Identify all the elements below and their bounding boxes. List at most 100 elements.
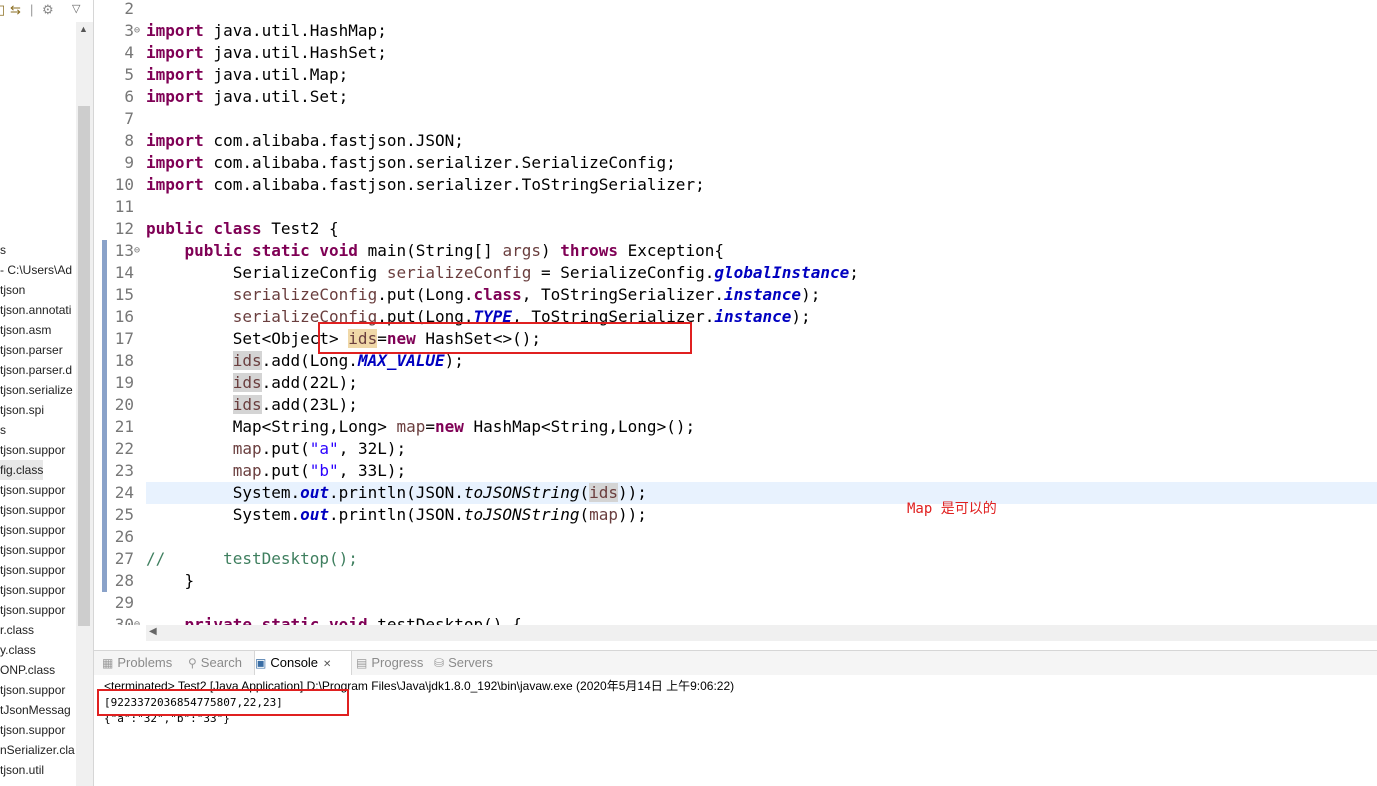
explorer-scrollbar[interactable]: ▲ (76, 22, 93, 786)
tab-console[interactable]: ▣ Console ✕ (254, 651, 352, 675)
tab-progress[interactable]: ▤ Progress (356, 651, 430, 675)
console-icon: ▣ (255, 656, 267, 670)
code-line[interactable]: 20 ids.add(23L); (94, 394, 1377, 416)
explorer-tree-item[interactable]: tjson.suppor (0, 440, 65, 460)
code-line[interactable]: 18 ids.add(Long.MAX_VALUE); (94, 350, 1377, 372)
code-token: ( (579, 505, 590, 524)
code-line[interactable]: 27 // testDesktop(); (94, 548, 1377, 570)
code-text: } (146, 570, 195, 592)
tab-label: Servers (448, 655, 493, 670)
code-line[interactable]: 2 (94, 0, 1377, 20)
view-menu-icon[interactable]: ▽ (72, 2, 80, 15)
code-line[interactable]: 26 (94, 526, 1377, 548)
code-line[interactable]: 30 ⊖ private static void testDesktop() { (94, 614, 1377, 625)
code-token: Map<String,Long> (146, 417, 397, 436)
explorer-tree-item[interactable]: tjson.parser (0, 340, 63, 360)
explorer-tree-item[interactable]: tjson.suppor (0, 580, 65, 600)
scroll-up-icon[interactable]: ▲ (79, 24, 88, 34)
fold-toggle-icon[interactable]: ⊖ (134, 20, 140, 42)
explorer-tree-item[interactable]: tjson.suppor (0, 600, 65, 620)
code-token: "b" (309, 461, 339, 480)
code-line[interactable]: 11 (94, 196, 1377, 218)
link-with-editor-icon[interactable]: ⇆ (10, 2, 21, 18)
code-line[interactable]: 25 System.out.println(JSON.toJSONString(… (94, 504, 1377, 526)
code-line[interactable]: 22 map.put("a", 32L); (94, 438, 1377, 460)
code-token: public (184, 241, 243, 260)
tab-search[interactable]: ⚲ Search (188, 651, 252, 675)
code-token: import (146, 131, 204, 150)
explorer-tree-item[interactable]: tjson.annotati (0, 300, 71, 320)
editor-horizontal-scrollbar[interactable]: ◀ (146, 625, 1377, 641)
search-icon: ⚲ (188, 656, 197, 670)
code-line[interactable]: 15 serializeConfig.put(Long.class, ToStr… (94, 284, 1377, 306)
code-line[interactable]: 24 System.out.println(JSON.toJSONString(… (94, 482, 1377, 504)
fold-toggle-icon[interactable]: ⊖ (134, 614, 140, 625)
code-token: java.util.HashSet; (203, 43, 387, 62)
code-line[interactable]: 29 (94, 592, 1377, 614)
code-line[interactable]: 10 import com.alibaba.fastjson.serializer… (94, 174, 1377, 196)
code-line[interactable]: 3 ⊖ import java.util.HashMap; (94, 20, 1377, 42)
tab-problems[interactable]: ▦ Problems (102, 651, 186, 675)
fold-toggle-icon[interactable]: ⊖ (134, 240, 140, 262)
code-line[interactable]: 12 public class Test2 { (94, 218, 1377, 240)
code-line[interactable]: 13 ⊖ public static void main(String[] arg… (94, 240, 1377, 262)
code-line[interactable]: 19 ids.add(22L); (94, 372, 1377, 394)
explorer-tree-item[interactable]: s (0, 240, 6, 260)
code-line[interactable]: 17 Set<Object> ids=new HashSet<>(); (94, 328, 1377, 350)
scrollbar-thumb[interactable] (78, 106, 90, 626)
explorer-tree-item[interactable]: tjson.suppor (0, 680, 65, 700)
code-token: public (146, 219, 204, 238)
explorer-tree-item[interactable]: tjson.suppor (0, 720, 65, 740)
explorer-tree-item[interactable]: tjson.asm (0, 320, 51, 340)
line-number: 21 (114, 417, 134, 436)
explorer-tree-item[interactable]: tjson.parser.d (0, 360, 72, 380)
explorer-tree-item[interactable]: tJsonMessag (0, 700, 71, 720)
explorer-tree-item[interactable]: tjson.util (0, 760, 44, 780)
explorer-tree-item[interactable]: tjson.suppor (0, 500, 65, 520)
code-text: SerializeConfig serializeConfig = Serial… (146, 262, 859, 284)
explorer-tree-item[interactable]: y.class (0, 640, 36, 660)
close-icon[interactable]: ✕ (323, 659, 331, 670)
code-token: ids (589, 483, 619, 502)
code-line[interactable]: 4 import java.util.HashSet; (94, 42, 1377, 64)
line-number: 5 (124, 65, 134, 84)
filter-icon[interactable]: ⚙ (42, 2, 54, 18)
code-token: ids (232, 351, 262, 370)
code-text: import com.alibaba.fastjson.serializer.T… (146, 174, 705, 196)
explorer-tree-item[interactable]: tjson.suppor (0, 520, 65, 540)
explorer-tree-item[interactable]: tjson.suppor (0, 540, 65, 560)
code-line[interactable]: 16 serializeConfig.put(Long.TYPE, ToStri… (94, 306, 1377, 328)
collapse-icon[interactable]: ▯ (0, 2, 5, 18)
highlight-box-declaration (318, 322, 692, 354)
explorer-tree-item[interactable]: tjson.serialize (0, 380, 73, 400)
explorer-tree-item[interactable]: tjson.spi (0, 400, 44, 420)
code-line[interactable]: 23 map.put("b", 33L); (94, 460, 1377, 482)
explorer-tree-item[interactable]: s (0, 420, 6, 440)
code-line[interactable]: 5 import java.util.Map; (94, 64, 1377, 86)
progress-icon: ▤ (356, 656, 368, 670)
code-line[interactable]: 21 Map<String,Long> map=new HashMap<Stri… (94, 416, 1377, 438)
code-line[interactable]: 14 SerializeConfig serializeConfig = Ser… (94, 262, 1377, 284)
code-line[interactable]: 28 } (94, 570, 1377, 592)
explorer-tree-item[interactable]: - C:\Users\Ad (0, 260, 72, 280)
code-line[interactable]: 9 import com.alibaba.fastjson.serializer.… (94, 152, 1377, 174)
explorer-tree-item[interactable]: tjson.suppor (0, 560, 65, 580)
tab-label: Search (200, 655, 242, 670)
code-token: .add(22L); (261, 373, 358, 392)
explorer-tree-item[interactable]: tjson (0, 280, 25, 300)
explorer-tree-item[interactable]: fig.class (0, 460, 44, 480)
explorer-tree-item[interactable]: r.class (0, 620, 34, 640)
code-line[interactable]: 7 (94, 108, 1377, 130)
explorer-tree-item[interactable]: ONP.class (0, 660, 55, 680)
code-editor[interactable]: 2 3 ⊖ import java.util.HashMap; 4 import java… (94, 0, 1377, 625)
tab-servers[interactable]: ⛁ Servers (434, 651, 504, 675)
scroll-left-icon[interactable]: ◀ (149, 626, 157, 637)
code-line[interactable]: 6 import java.util.Set; (94, 86, 1377, 108)
code-line[interactable]: 8 import com.alibaba.fastjson.JSON; (94, 130, 1377, 152)
code-token: serializeConfig (232, 285, 378, 304)
explorer-tree-item[interactable]: tjson.suppor (0, 480, 65, 500)
explorer-tree-item[interactable]: nSerializer.cla (0, 740, 75, 760)
